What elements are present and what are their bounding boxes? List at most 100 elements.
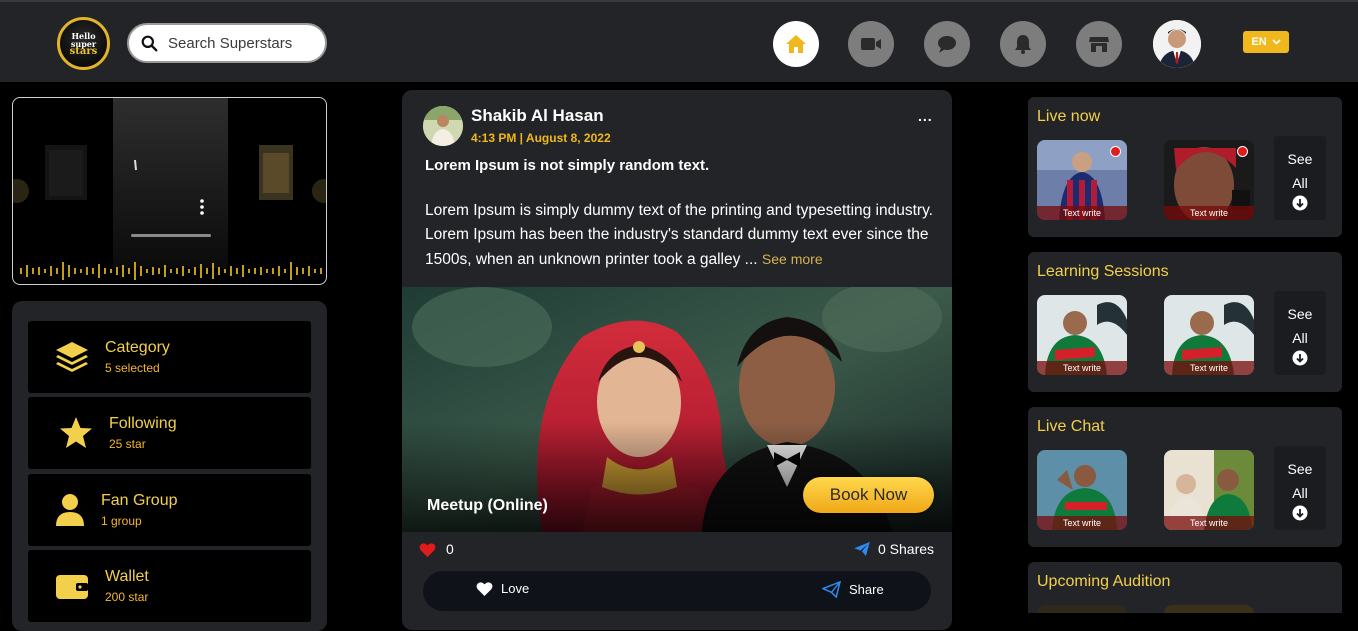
see-all-live-button[interactable]: See All xyxy=(1274,136,1326,220)
live-now-thumb-1[interactable]: Text write xyxy=(1037,140,1127,220)
share-button[interactable]: Share xyxy=(822,581,884,598)
sidebar-item-following[interactable]: Following 25 star xyxy=(28,397,311,469)
all-label: All xyxy=(1292,485,1308,501)
all-label: All xyxy=(1292,330,1308,346)
wallet-balance: 200 star xyxy=(105,590,149,604)
post-body: Lorem Ipsum is simply dummy text of the … xyxy=(425,199,935,272)
thumb-caption: Text write xyxy=(1164,516,1254,530)
thumb-caption: Text write xyxy=(1037,516,1127,530)
thumb-caption: Text write xyxy=(1164,206,1254,220)
language-label: EN xyxy=(1251,36,1267,48)
post-card: Shakib Al Hasan 4:13 PM | August 8, 2022… xyxy=(402,90,952,630)
share-icon xyxy=(822,581,841,598)
see-all-learning-button[interactable]: See All xyxy=(1274,291,1326,375)
sidebar-item-wallet[interactable]: Wallet 200 star xyxy=(28,550,311,622)
arrow-down-circle-icon xyxy=(1292,350,1308,366)
user-photo xyxy=(1153,20,1201,68)
star-icon xyxy=(60,417,92,448)
chat-bubble-icon xyxy=(938,36,956,53)
bell-icon xyxy=(1015,35,1031,54)
wallet-icon xyxy=(56,575,88,599)
following-label: Following xyxy=(109,415,177,432)
post-image[interactable]: Meetup (Online) Book Now xyxy=(402,287,952,532)
heart-icon xyxy=(419,542,436,557)
search-input[interactable] xyxy=(168,34,318,52)
live-now-title: Live now xyxy=(1037,108,1101,125)
notifications-button[interactable] xyxy=(1000,21,1046,67)
live-indicator-icon xyxy=(1237,146,1248,157)
event-type-label: Meetup (Online) xyxy=(427,497,548,514)
live-chat-panel: Live Chat Text write Text write See All xyxy=(1028,407,1342,547)
home-button[interactable] xyxy=(773,21,819,67)
see-label: See xyxy=(1287,461,1313,477)
arrow-down-circle-icon xyxy=(1292,505,1308,521)
live-chat-thumb-1[interactable]: Text write xyxy=(1037,450,1127,530)
video-button[interactable] xyxy=(848,21,894,67)
user-avatar[interactable] xyxy=(1153,20,1201,68)
upcoming-audition-panel: Upcoming Audition xyxy=(1028,562,1342,613)
heart-outline-icon xyxy=(476,582,493,596)
share-label: Share xyxy=(849,582,884,597)
audition-thumb-1[interactable] xyxy=(1037,605,1127,613)
audition-thumb-2[interactable] xyxy=(1164,605,1254,613)
see-more-link[interactable]: See more xyxy=(762,251,823,267)
love-button[interactable]: Love xyxy=(476,581,529,596)
sidebar-item-category[interactable]: Category 5 selected xyxy=(28,321,311,393)
like-count: 0 xyxy=(419,541,454,557)
like-count-value: 0 xyxy=(446,541,454,557)
app-logo[interactable]: Hello super stars xyxy=(57,17,110,70)
live-chat-thumb-2[interactable]: Text write xyxy=(1164,450,1254,530)
following-count: 25 star xyxy=(109,437,146,451)
video-preview xyxy=(13,98,326,280)
top-navbar: Hello super stars EN xyxy=(0,0,1358,82)
chevron-down-icon xyxy=(1272,39,1281,45)
learning-thumb-1[interactable]: Text write xyxy=(1037,295,1127,375)
post-title: Lorem Ipsum is not simply random text. xyxy=(425,157,710,174)
post-timestamp: 4:13 PM | August 8, 2022 xyxy=(471,131,611,145)
sidebar-menu: Category 5 selected Following 25 star Fa… xyxy=(12,301,327,631)
story-video-card[interactable] xyxy=(12,97,327,285)
learning-thumb-2[interactable]: Text write xyxy=(1164,295,1254,375)
share-count-value: 0 Shares xyxy=(878,541,935,557)
post-body-text: Lorem Ipsum is simply dummy text of the … xyxy=(425,202,933,268)
search-icon xyxy=(141,35,158,51)
upcoming-audition-title: Upcoming Audition xyxy=(1037,573,1171,590)
live-chat-title: Live Chat xyxy=(1037,418,1105,435)
all-label: All xyxy=(1292,175,1308,191)
thumb-caption: Text write xyxy=(1164,361,1254,375)
fan-group-label: Fan Group xyxy=(101,492,178,509)
see-all-chat-button[interactable]: See All xyxy=(1274,446,1326,530)
messages-button[interactable] xyxy=(924,21,970,67)
author-name[interactable]: Shakib Al Hasan xyxy=(471,106,604,126)
store-button[interactable] xyxy=(1076,21,1122,67)
see-label: See xyxy=(1287,151,1313,167)
post-action-bar: Love Share xyxy=(423,571,931,611)
live-now-thumb-2[interactable]: Text write xyxy=(1164,140,1254,220)
paper-plane-icon xyxy=(854,542,870,556)
user-icon xyxy=(56,494,84,526)
post-options-button[interactable]: ... xyxy=(918,108,933,124)
see-label: See xyxy=(1287,306,1313,322)
search-bar[interactable] xyxy=(127,23,327,63)
learning-sessions-panel: Learning Sessions Text write Text write … xyxy=(1028,252,1342,392)
category-count: 5 selected xyxy=(105,361,160,375)
logo-text-3: stars xyxy=(69,45,98,57)
category-label: Category xyxy=(105,339,170,356)
language-selector[interactable]: EN xyxy=(1243,31,1289,53)
layers-icon xyxy=(56,342,88,372)
store-icon xyxy=(1089,37,1109,52)
live-now-panel: Live now Text write Text write See All xyxy=(1028,97,1342,237)
home-icon xyxy=(786,35,806,53)
share-count: 0 Shares xyxy=(854,541,934,557)
love-label: Love xyxy=(501,581,530,596)
author-photo xyxy=(423,106,463,146)
arrow-down-circle-icon xyxy=(1292,195,1308,211)
author-avatar[interactable] xyxy=(423,106,463,146)
wallet-label: Wallet xyxy=(105,568,149,585)
sidebar-item-fan-group[interactable]: Fan Group 1 group xyxy=(28,474,311,546)
book-now-button[interactable]: Book Now xyxy=(803,477,934,513)
fan-group-count: 1 group xyxy=(101,514,142,528)
live-indicator-icon xyxy=(1110,146,1121,157)
learning-sessions-title: Learning Sessions xyxy=(1037,263,1169,280)
thumb-caption: Text write xyxy=(1037,361,1127,375)
